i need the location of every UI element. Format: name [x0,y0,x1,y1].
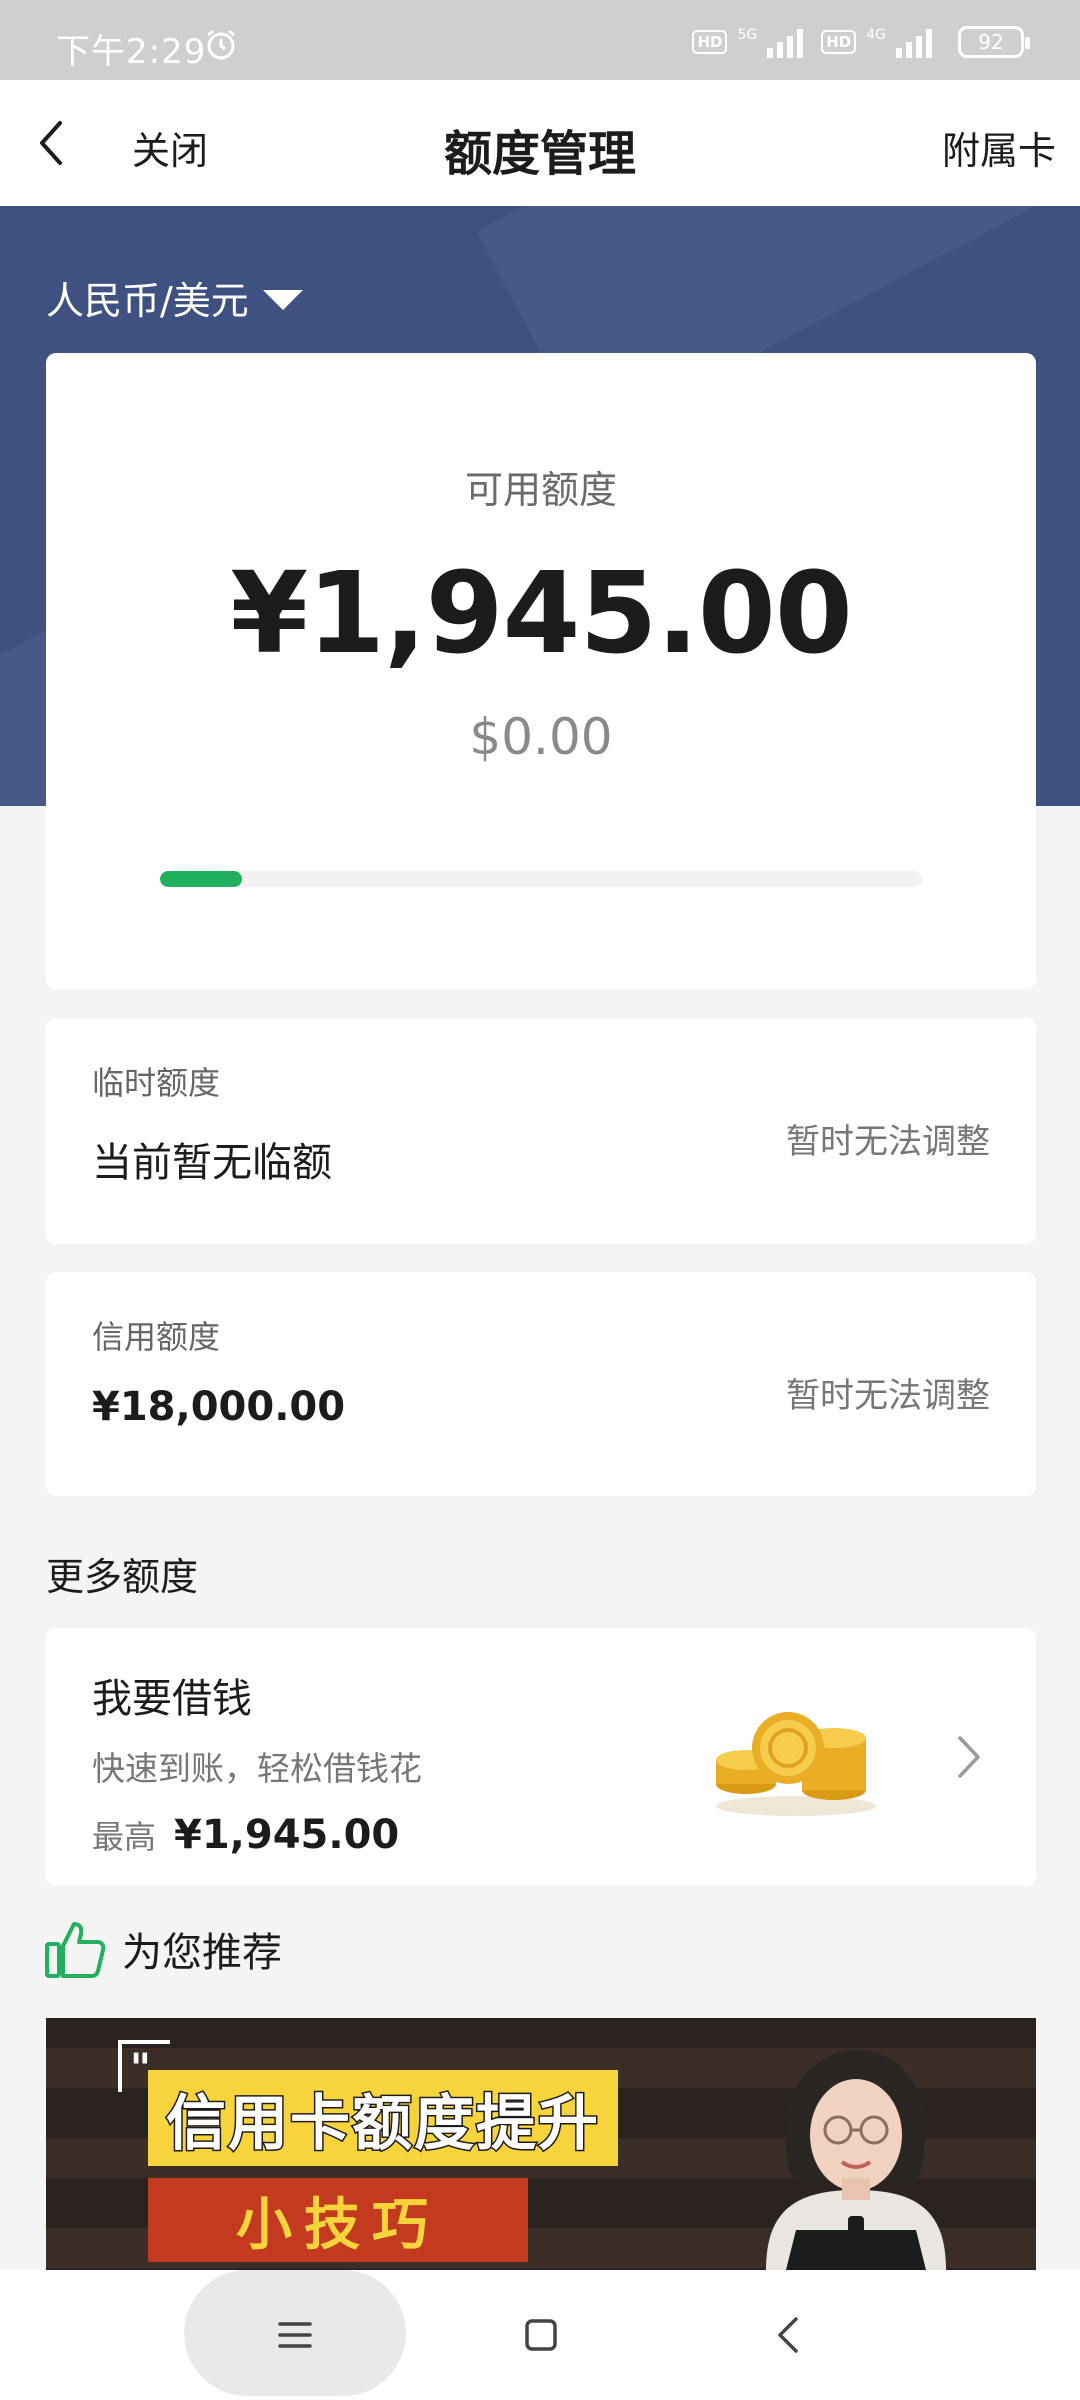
limit-progress-bar [160,871,922,887]
available-limit-amount: ¥1,945.00 [230,549,853,679]
nav-back-icon[interactable] [776,2316,800,2354]
credit-limit-adjust[interactable]: 暂时无法调整 [786,1368,990,1417]
system-nav-bar [0,2270,1080,2400]
banner-subtitle-text: 小技巧 [236,2192,440,2258]
hd-badge-2: HD [821,30,857,54]
network-type-1: 5G [737,27,758,43]
credit-limit-value: ¥18,000.00 [92,1384,346,1430]
network-type-2: 4G [866,27,886,43]
borrow-title: 我要借钱 [92,1676,252,1722]
temporary-limit-label: 临时额度 [92,1064,221,1102]
banner-title: 信用卡额度提升 [148,2070,618,2166]
borrow-max-amount: ¥1,945.00 [174,1812,400,1858]
recommend-banner[interactable]: " 信用卡额度提升 小技巧 [46,2018,1036,2270]
temporary-limit-adjust[interactable]: 暂时无法调整 [786,1114,990,1163]
hd-badge: HD [692,30,728,54]
alarm-icon [207,29,235,60]
back-icon[interactable] [32,118,72,168]
more-limits-title: 更多额度 [46,1555,199,1599]
limit-progress-fill [160,871,243,887]
credit-limit-card: 信用额度 ¥18,000.00 暂时无法调整 [46,1272,1036,1496]
borrow-money-card[interactable]: 我要借钱 快速到账，轻松借钱花 最高 ¥1,945.00 [46,1628,1036,1886]
menu-icon[interactable] [278,2320,312,2350]
close-button[interactable]: 关闭 [132,120,208,175]
banner-subtitle: 小技巧 [148,2178,528,2262]
presenter-image [766,2050,946,2270]
banner-title-text: 信用卡额度提升 [165,2087,600,2160]
available-limit-label: 可用额度 [464,468,617,512]
coins-icon [716,1712,876,1816]
borrow-subtitle: 快速到账，轻松借钱花 [92,1749,422,1788]
home-icon[interactable] [524,2318,558,2352]
currency-label: 人民币/美元 [46,279,249,323]
nav-bar: 关闭 额度管理 附属卡 [0,80,1080,206]
caret-down-icon [262,289,303,310]
chevron-right-icon [958,1736,980,1778]
supplementary-card-button[interactable]: 附属卡 [942,120,1056,175]
available-limit-card: 可用额度 ¥1,945.00 $0.00 [46,353,1036,989]
available-usd-amount: $0.00 [469,708,613,766]
temporary-limit-card: 临时额度 当前暂无临额 暂时无法调整 [46,1018,1036,1244]
battery-level: 92 [978,30,1004,54]
recommend-title: 为您推荐 [122,1930,282,1976]
signal-icon-2 [896,29,932,58]
credit-limit-label: 信用额度 [92,1318,221,1356]
recommend-header: 为您推荐 [44,1918,282,1980]
status-indicators: HD 5G HD 4G 92 [692,24,1030,60]
battery-icon: 92 [958,26,1030,58]
thumbs-up-icon [45,1922,106,1978]
status-bar: 下午2:29 HD 5G HD 4G 92 [0,0,1080,80]
signal-icon [767,29,804,58]
currency-selector[interactable]: 人民币/美元 [46,270,303,325]
status-time: 下午2:29 [56,32,207,72]
borrow-max-label: 最高 [92,1818,157,1856]
temporary-limit-value: 当前暂无临额 [92,1140,332,1186]
borrow-max: 最高 ¥1,945.00 [92,1812,399,1858]
